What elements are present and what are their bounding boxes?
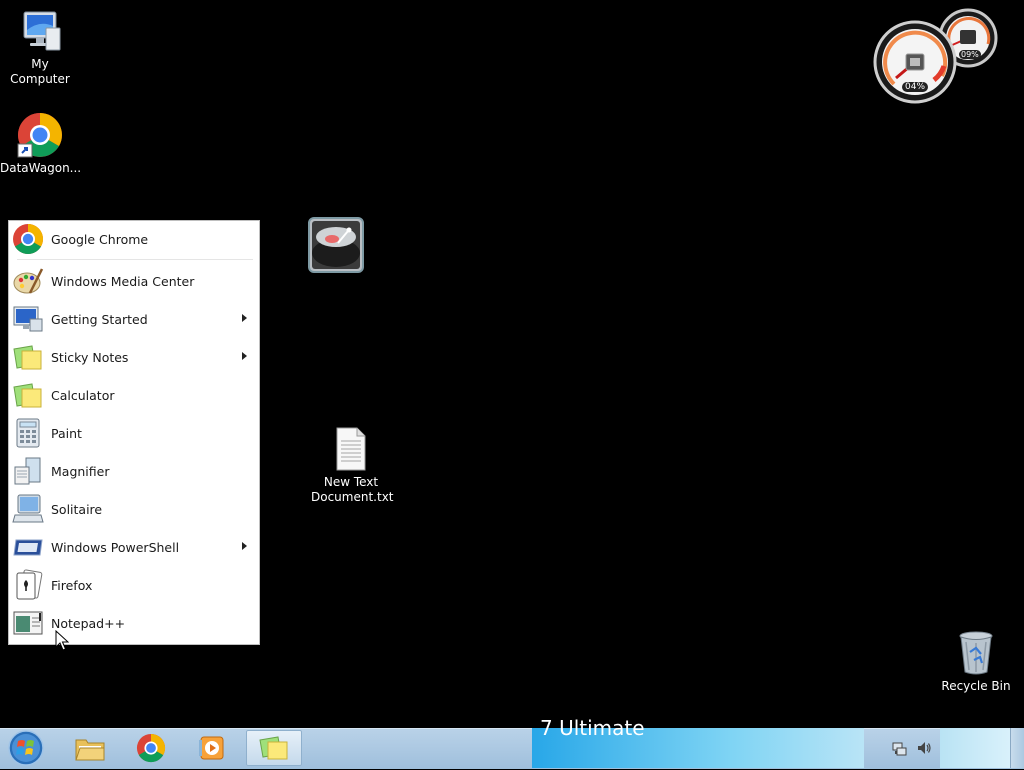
powershell-icon xyxy=(13,539,43,556)
start-jump-menu: Google Chrome Windows Media Center Getti… xyxy=(9,221,259,644)
folder-icon xyxy=(75,739,105,761)
cpu-meter-dials xyxy=(873,8,998,104)
media-thumbnail[interactable] xyxy=(308,217,364,273)
desktop-icon-label: DataWagon... xyxy=(0,161,82,175)
menu-item-magnifier[interactable]: Magnifier xyxy=(9,452,259,490)
desktop-icon-text-document[interactable]: New Text Document.txt xyxy=(311,426,394,505)
taskbar-media-player-button[interactable] xyxy=(184,730,240,766)
system-tray xyxy=(884,730,940,766)
paint-palette-icon xyxy=(13,268,44,294)
submenu-arrow xyxy=(242,314,247,322)
calculator-icon xyxy=(16,418,40,448)
menu-item-getting-started[interactable]: Getting Started xyxy=(9,300,259,338)
media-player-icon xyxy=(199,736,224,760)
computer-icon xyxy=(12,494,44,523)
mouse-cursor-icon xyxy=(55,630,69,651)
menu-separator xyxy=(17,259,253,260)
volume-icon[interactable] xyxy=(916,740,932,756)
taskbar-explorer-button[interactable] xyxy=(62,730,118,766)
monitor-icon xyxy=(13,306,43,332)
turntable-icon xyxy=(308,217,364,273)
menu-item-windows-powershell[interactable]: Windows PowerShell xyxy=(9,528,259,566)
menu-item-firefox[interactable]: Firefox xyxy=(9,566,259,604)
taskbar-chrome-button[interactable] xyxy=(123,730,179,766)
menu-item-label: Google Chrome xyxy=(51,231,149,247)
recycle-bin-icon xyxy=(959,631,993,675)
menu-item-solitaire[interactable]: Solitaire xyxy=(9,490,259,528)
desktop-icon-label: Recycle Bin xyxy=(941,679,1011,693)
menu-item-google-chrome[interactable]: Google Chrome xyxy=(9,221,259,257)
start-button[interactable] xyxy=(4,729,48,767)
menu-item-calculator[interactable]: Calculator xyxy=(9,376,259,414)
taskbar-wallpaper-peek-right xyxy=(940,728,1010,768)
menu-item-notepad-plus-plus[interactable]: Notepad++ xyxy=(9,604,259,642)
sticky-notes-icon xyxy=(13,383,42,408)
sticky-notes-icon xyxy=(259,736,288,760)
desktop-icon-label: New Text Document.txt xyxy=(311,475,394,504)
cpu-readout: 04% xyxy=(902,82,929,92)
submenu-arrow xyxy=(242,352,247,360)
document-icon xyxy=(14,457,41,485)
memory-readout: 09% xyxy=(959,50,981,59)
windows-orb-icon xyxy=(8,730,44,766)
menu-item-sticky-notes[interactable]: Sticky Notes xyxy=(9,338,259,376)
chrome-icon xyxy=(13,224,44,255)
taskbar-sticky-notes-button[interactable] xyxy=(246,730,302,766)
desktop-icon-my-computer[interactable]: My Computer xyxy=(0,8,80,87)
chrome-icon xyxy=(17,113,62,158)
show-desktop-button[interactable] xyxy=(1010,728,1024,768)
playing-card-icon xyxy=(16,569,43,600)
desktop-icon-datawagon[interactable]: DataWagon... xyxy=(0,112,82,176)
submenu-arrow xyxy=(242,542,247,550)
desktop-icon-label: My Computer xyxy=(10,57,70,86)
wallpaper-text: 7 Ultimate xyxy=(540,716,645,740)
menu-item-windows-media-center[interactable]: Windows Media Center xyxy=(9,262,259,300)
desktop-icon-recycle-bin[interactable]: Recycle Bin xyxy=(936,630,1016,694)
chrome-icon xyxy=(136,733,166,763)
computer-icon xyxy=(23,11,61,51)
menu-item-paint[interactable]: Paint xyxy=(9,414,259,452)
text-file-icon xyxy=(336,427,366,471)
sticky-notes-icon xyxy=(13,345,42,370)
cpu-meter-gadget[interactable]: 04% 09% xyxy=(872,8,1002,104)
network-icon[interactable] xyxy=(892,740,908,756)
taskbar-wallpaper-peek: 7 Ultimate xyxy=(532,716,864,768)
notepad-window-icon xyxy=(13,611,43,635)
